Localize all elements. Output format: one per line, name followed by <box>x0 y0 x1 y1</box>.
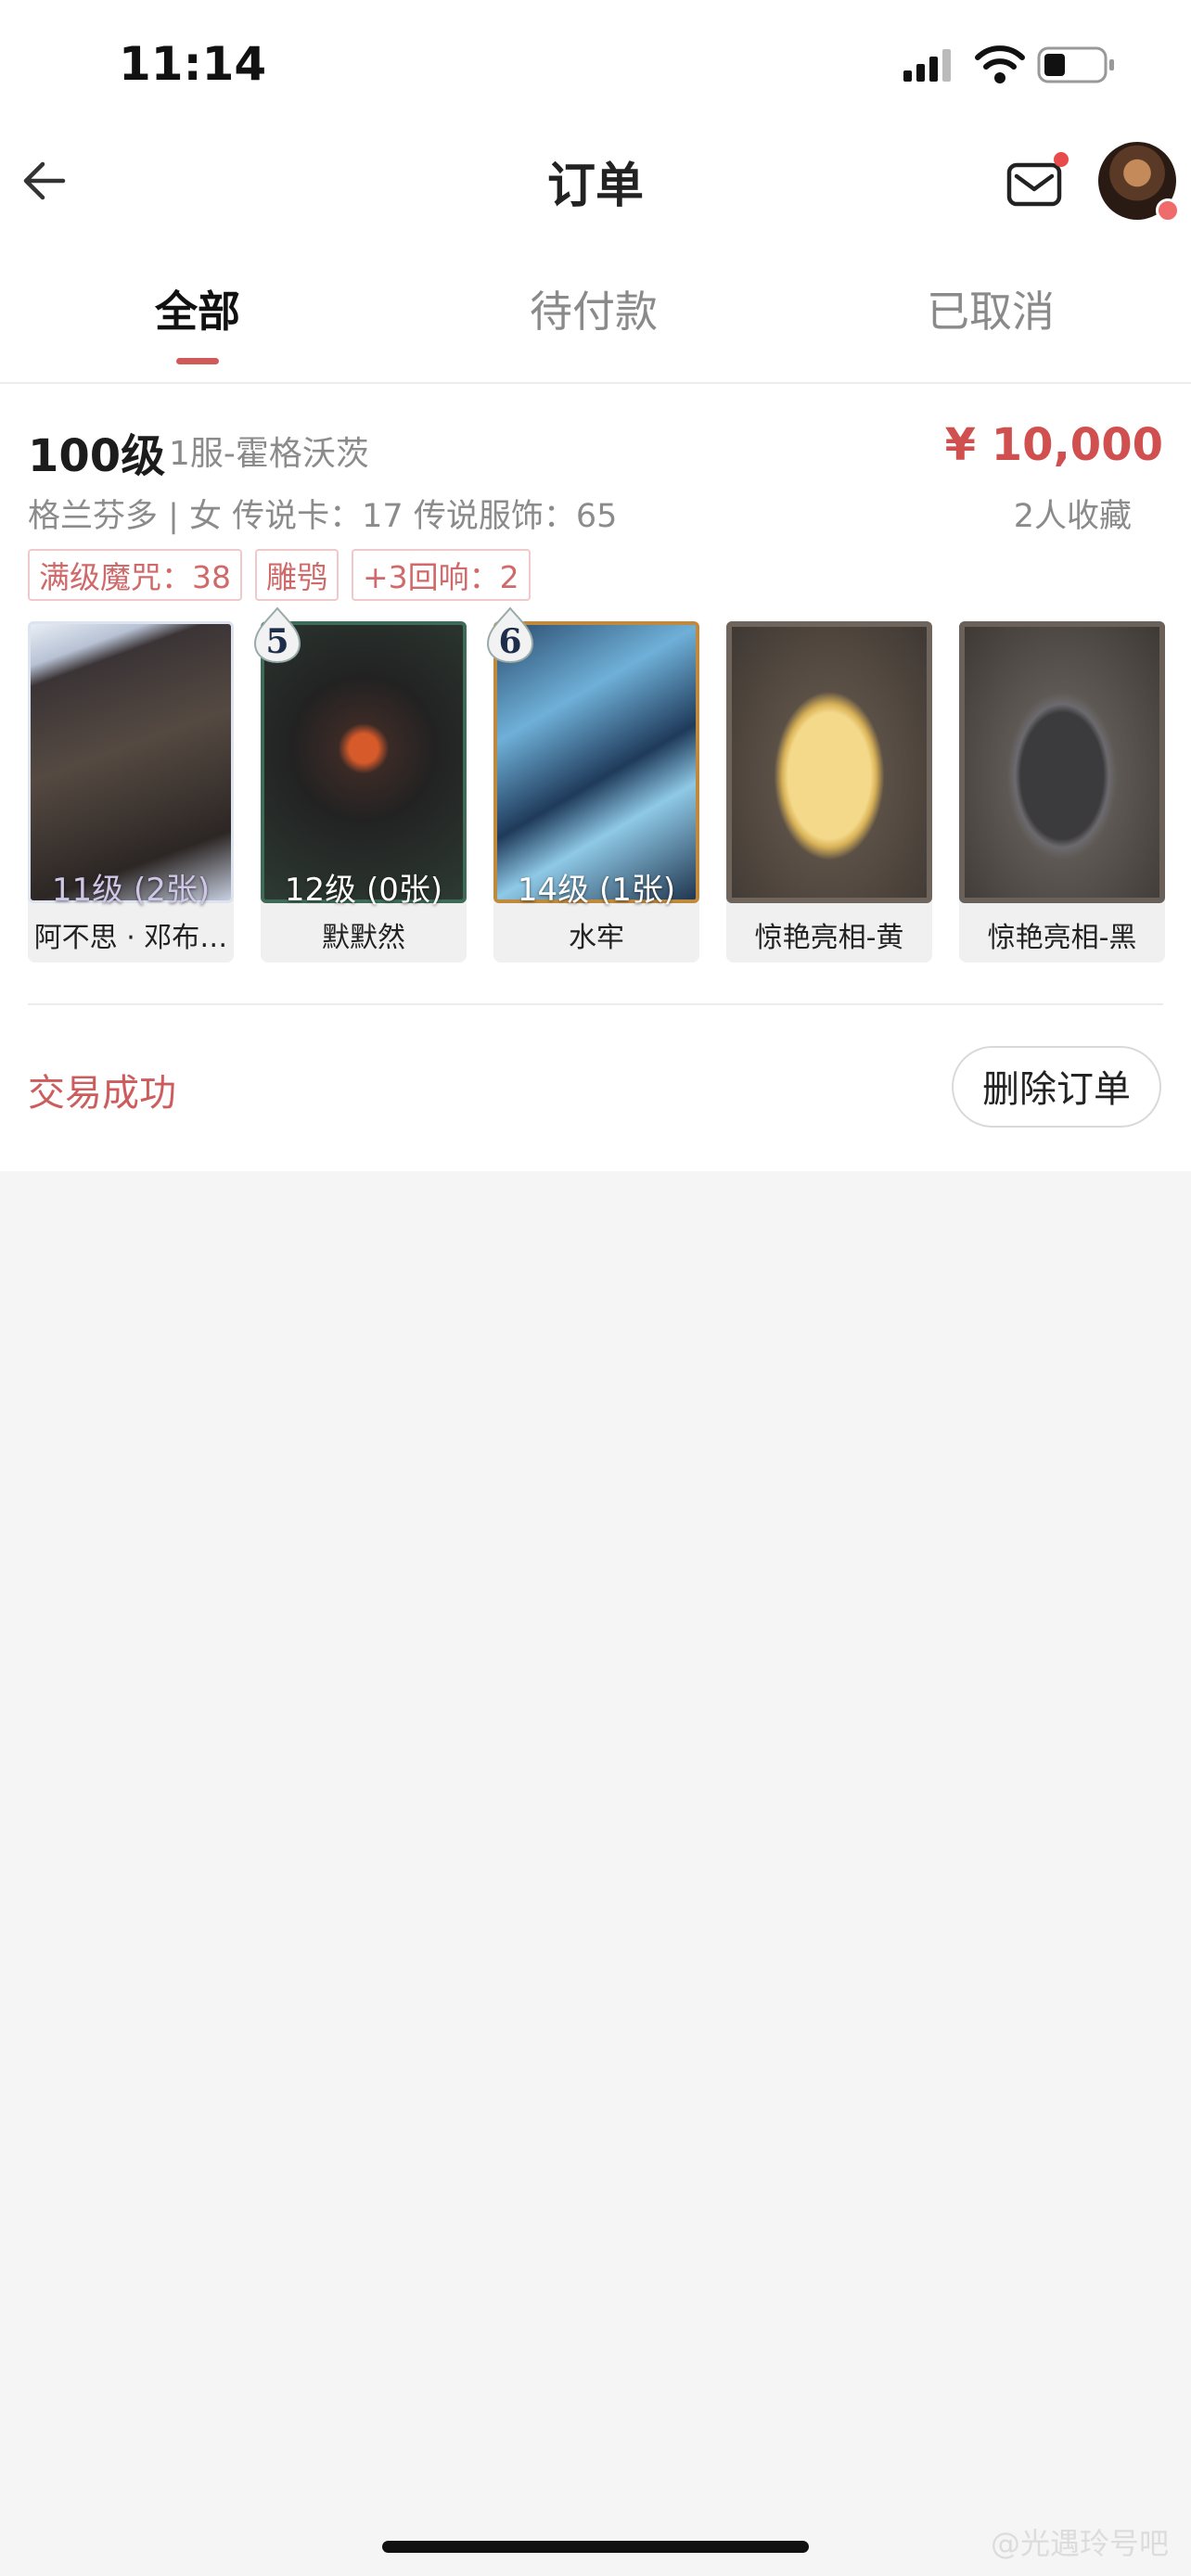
outfit-image <box>959 621 1165 903</box>
tab-all[interactable]: 全部 <box>58 278 337 339</box>
item-name: 阿不思 · 邓布… <box>33 922 228 954</box>
account-level: 100级 <box>28 430 166 482</box>
active-tab-indicator <box>176 358 219 364</box>
tab-cancelled[interactable]: 已取消 <box>852 278 1130 339</box>
tab-pending-payment[interactable]: 待付款 <box>455 278 733 339</box>
item-level: 14级 (1张) <box>517 872 676 909</box>
item-card[interactable]: 11级 (2张) 阿不思 · 邓布… <box>28 621 234 963</box>
rank-badge-number: 5 <box>265 622 288 661</box>
rank-badge-icon: 5 <box>253 606 301 664</box>
watermark: @光遇玲号吧 <box>990 2526 1169 2561</box>
status-time: 11:14 <box>119 37 267 91</box>
item-name: 默默然 <box>322 922 405 954</box>
card-art-image <box>28 621 234 903</box>
tag-list: 满级魔咒：38 雕鸮 +3回响：2 <box>28 549 531 601</box>
delete-order-button[interactable]: 删除订单 <box>952 1046 1161 1128</box>
tag: +3回响：2 <box>352 549 531 601</box>
item-level: 12级 (0张) <box>284 872 443 909</box>
notification-dot <box>1054 152 1069 167</box>
outfit-image <box>726 621 932 903</box>
item-name: 惊艳亮相-黄 <box>754 922 904 954</box>
order-status: 交易成功 <box>28 1072 176 1115</box>
server-name: 1服-霍格沃茨 <box>169 435 369 473</box>
rank-badge-icon: 6 <box>486 606 534 664</box>
item-card[interactable]: 6 14级 (1张) 水牢 <box>486 606 699 963</box>
avatar-badge <box>1156 198 1180 223</box>
item-name: 惊艳亮相-黑 <box>987 922 1137 954</box>
item-card[interactable]: 惊艳亮相-黄 <box>726 621 932 963</box>
home-indicator[interactable] <box>382 2541 809 2553</box>
item-name: 水牢 <box>569 922 624 954</box>
item-card[interactable]: 惊艳亮相-黑 <box>959 621 1165 963</box>
rank-badge-number: 6 <box>498 622 521 661</box>
order-price: ¥ 10,000 <box>944 419 1163 471</box>
favorites-count: 2人收藏 <box>1013 498 1132 535</box>
divider <box>28 1003 1163 1005</box>
item-card[interactable]: 5 12级 (0张) 默默然 <box>253 606 467 963</box>
battery-icon <box>1037 46 1114 83</box>
divider <box>0 382 1191 384</box>
item-list: 11级 (2张) 阿不思 · 邓布… 5 12级 (0张) 默默然 6 14级 … <box>28 606 1165 963</box>
tag: 雕鸮 <box>255 549 339 601</box>
tag: 满级魔咒：38 <box>28 549 242 601</box>
account-description: 格兰芬多 | 女 传说卡：17 传说服饰：65 <box>28 498 618 535</box>
wifi-icon <box>975 45 1025 83</box>
signal-icon <box>903 49 951 82</box>
item-level: 11级 (2张) <box>51 872 211 909</box>
